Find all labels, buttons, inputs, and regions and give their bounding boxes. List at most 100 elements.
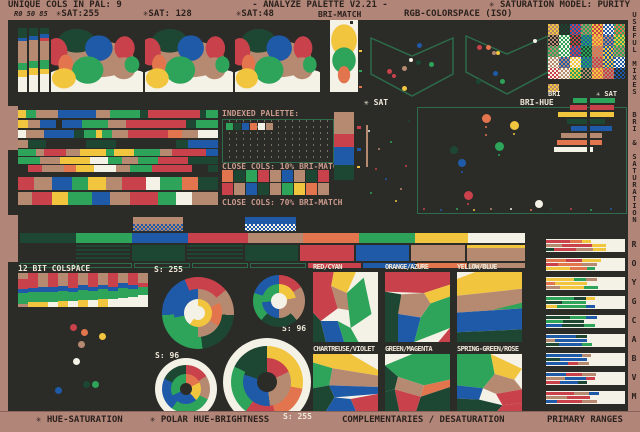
segment: [29, 39, 38, 61]
band-strip: [546, 377, 625, 380]
comp-panel-red-cyan: [313, 272, 378, 342]
color-blob-chart-3: [235, 28, 320, 92]
rect: [133, 217, 183, 224]
sat-255-label: ✳SAT:255: [56, 9, 100, 19]
sat-panel-label: ✳ SAT: [364, 98, 389, 107]
segment: [29, 28, 38, 36]
segment: [18, 157, 40, 164]
polygon: [457, 398, 503, 411]
dot: [99, 333, 106, 340]
segment: [168, 130, 182, 138]
band-segment: [546, 358, 561, 361]
swatch: [234, 183, 245, 195]
bri-bar-chart: [548, 98, 587, 154]
swatch: [246, 170, 257, 182]
segment: [28, 140, 46, 148]
segment: [18, 69, 27, 78]
band-segment: [581, 373, 596, 376]
range-group: [546, 315, 625, 328]
dot: [476, 79, 481, 84]
segment: [18, 140, 28, 148]
dot: [390, 141, 392, 143]
indexed-palette-label: INDEXED PALETTE:: [222, 109, 300, 118]
segment: [40, 40, 49, 61]
range-letter: V: [631, 373, 637, 382]
segment: [48, 273, 58, 288]
band-segment: [587, 267, 595, 270]
color-blob-chart-1: [51, 28, 143, 92]
dot: [81, 329, 88, 336]
segment: [138, 286, 148, 296]
comp-label-chartreuse-violet: CHARTREUSE/VIOLET: [313, 345, 375, 353]
color-blob-chart-2: [145, 28, 233, 92]
swatch: [222, 170, 233, 182]
comp-panel-spring-green-rose: [457, 354, 522, 411]
blob: [72, 56, 104, 84]
ring: [271, 293, 287, 309]
band-strip: [546, 396, 626, 399]
swatch: [258, 170, 269, 182]
swatch: [559, 24, 570, 35]
swatch: [614, 24, 625, 35]
segment: [208, 165, 218, 172]
swatch: [270, 170, 281, 182]
band-segment: [546, 282, 556, 285]
swatch: [242, 123, 249, 130]
band-segment: [588, 362, 626, 365]
swatch: [266, 123, 273, 130]
segment: [188, 140, 218, 148]
segment: [176, 192, 192, 205]
swatch: [282, 183, 293, 195]
range-letter: A: [631, 335, 637, 344]
dot: [610, 208, 612, 210]
bar: [554, 147, 587, 152]
dot: [477, 45, 482, 50]
band-segment: [585, 301, 625, 304]
dot: [485, 126, 487, 128]
segment: [108, 157, 122, 164]
column: [29, 28, 38, 93]
dot: [400, 188, 402, 190]
segment: [245, 245, 298, 261]
segment: [78, 273, 88, 285]
rect: [245, 224, 296, 231]
segment: [467, 233, 525, 243]
dot: [464, 191, 473, 200]
segment: [68, 273, 78, 289]
segment: [84, 130, 96, 138]
segment: [138, 273, 148, 284]
rgb-colorspace-title: RGB-COLORSPACE (ISO): [404, 9, 513, 19]
segment: [36, 110, 58, 118]
segment: [42, 165, 64, 172]
band-segment: [546, 339, 556, 342]
segment: [108, 290, 118, 299]
segment: [66, 149, 80, 156]
band-segment: [569, 267, 588, 270]
dot: [395, 200, 397, 202]
band-strip: [546, 381, 625, 384]
primary-range-letters: R O Y G C A B V M: [628, 240, 640, 411]
swatch: [570, 24, 581, 35]
dot: [485, 134, 487, 136]
rect: [357, 148, 361, 151]
segment: [158, 157, 188, 164]
swatch: [258, 123, 265, 130]
dot: [92, 381, 99, 388]
segment: [52, 192, 68, 205]
swatch: [559, 68, 570, 79]
strip-row-b45: [18, 110, 218, 118]
band-segment: [585, 305, 595, 308]
segment: [28, 165, 42, 172]
swatch: [570, 35, 581, 46]
band-segment: [595, 373, 625, 376]
segment: [334, 147, 354, 166]
footer-bar: ✳ HUE-SATURATION ✳ POLAR HUE-BRIGHTNESS …: [0, 412, 640, 432]
bar: [590, 105, 614, 110]
dot: [530, 209, 532, 211]
swatch: [258, 183, 269, 195]
useful-mixes-grid: [548, 24, 625, 79]
band-segment: [591, 354, 625, 357]
band-segment: [581, 263, 598, 266]
segment: [132, 233, 189, 243]
band-segment: [587, 339, 625, 342]
